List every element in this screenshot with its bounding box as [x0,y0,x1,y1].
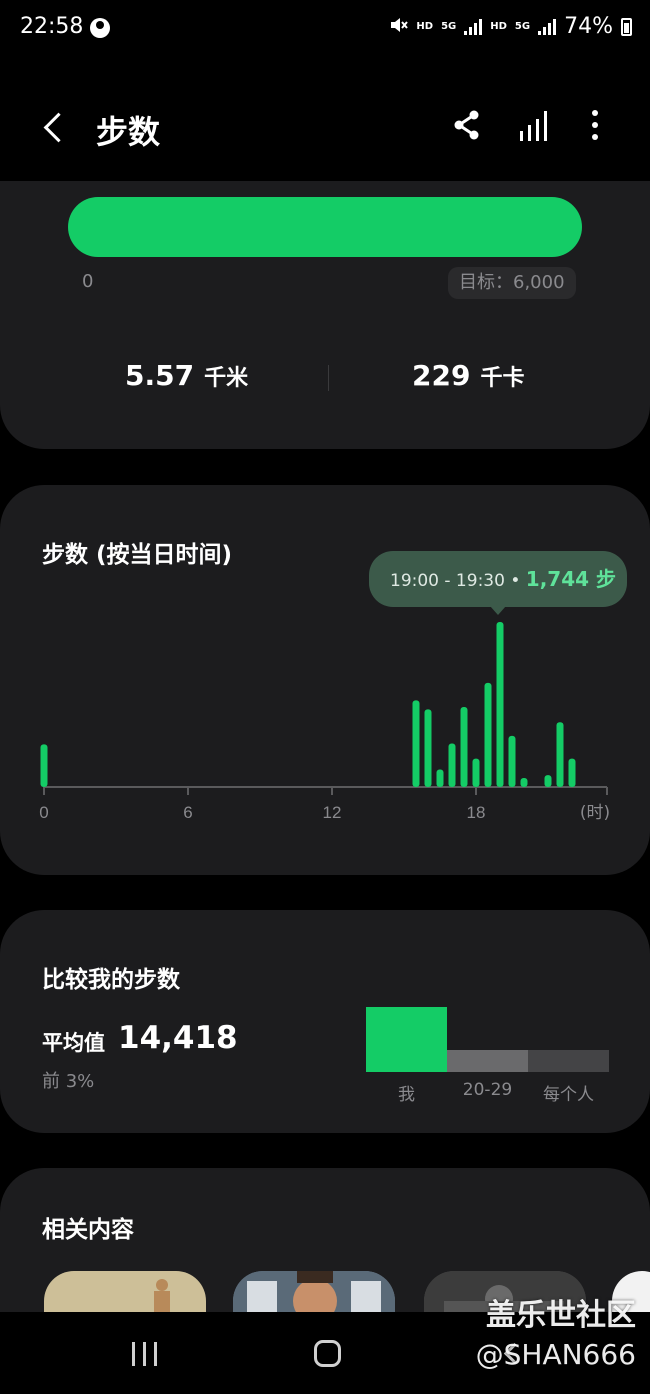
watermark-handle: @SHAN666 [475,1338,636,1371]
x-unit-label: (时) [580,803,610,823]
network-label-2: 5G [514,21,531,32]
calories-stat: 229 千卡 [412,359,524,392]
progress-start-label: 0 [82,271,94,292]
status-icons: HD 5G HD 5G 74% [388,14,632,39]
signal-icon-1 [464,18,483,35]
watermark-title: 盖乐世社区 [486,1298,636,1333]
x-tick-label-0: 0 [39,803,48,822]
x-tick-label-3: 18 [467,803,486,822]
x-tick-label-2: 12 [323,803,342,822]
summary-card: 0 目标：6,000 5.57 千米 229 千卡 [0,181,650,449]
related-title: 相关内容 [42,1217,134,1243]
chart-bar-0 [40,744,48,787]
compare-label-everyone: 每个人 [543,1085,594,1105]
chart-bar-9 [508,735,516,787]
chart-bar-13 [568,758,576,787]
profile-status-icon [90,18,110,38]
hourly-steps-card[interactable]: 0 6 12 18 (时) 步数 (按当日时间) 19:00 - 19:30 • 1,7… [0,485,650,875]
page-title: 步数 [96,113,161,151]
app-bar: 步数 [0,95,650,161]
signal-icon-2 [538,18,557,35]
compare-label-age-group: 20-29 [462,1080,513,1100]
chart-bar-6 [472,758,480,787]
status-time: 22:58 [20,14,84,39]
hd-label-2: HD [490,21,507,32]
compare-label-me: 我 [398,1085,415,1105]
hd-label-1: HD [416,21,434,32]
tooltip-range: 19:00 - 19:30 [390,571,505,591]
distance-stat: 5.57 千米 [125,359,248,392]
x-tick-label-1: 6 [183,803,192,822]
chart-bar-3 [436,769,444,787]
chart-bar-10 [520,778,528,787]
chart-bar-12 [556,722,564,787]
average-value: 14,418 [118,1020,238,1056]
hourly-card-title: 步数 (按当日时间) [42,542,233,568]
recent-apps-button[interactable] [132,1342,160,1366]
back-button[interactable] [36,105,72,149]
chart-bar-5 [460,707,468,787]
status-bar: 22:58 HD 5G HD 5G 74% [0,0,650,60]
mute-icon [388,15,409,38]
chart-bar-4 [448,743,456,787]
compare-bar-everyone [528,1050,609,1072]
chart-bar-11 [544,775,552,787]
share-icon[interactable] [450,107,484,143]
tooltip-value: 1,744 步 [525,567,617,591]
compare-bar-me [366,1007,447,1072]
chart-bar-7 [484,682,492,787]
average-label: 平均值 [42,1031,105,1055]
comparison-card[interactable]: 比较我的步数 平均值 14,418 前 3% 我 20-29 每个人 [0,910,650,1133]
chart-tooltip: 19:00 - 19:30 • 1,744 步 [369,551,627,615]
battery-icon [621,17,632,36]
chart-bar-1 [412,700,420,787]
battery-percent: 74% [564,14,613,39]
rank-percentile: 前 3% [42,1071,95,1092]
compare-bar-age-group [447,1050,528,1072]
distance-value: 5.57 [125,359,195,392]
home-button[interactable] [314,1340,341,1367]
steps-progress-bar [68,197,582,257]
network-label-1: 5G [441,21,457,32]
goal-badge[interactable]: 目标：6,000 [448,267,576,299]
tooltip-separator: • [504,571,526,591]
chart-bar-8 [496,622,504,787]
stat-divider [328,365,329,391]
distance-unit: 千米 [204,366,249,391]
more-options-icon[interactable] [580,107,610,143]
calories-unit: 千卡 [480,366,525,391]
comparison-title: 比较我的步数 [42,967,180,993]
chart-bar-2 [424,709,432,787]
bar-chart-icon[interactable] [516,107,550,143]
calories-value: 229 [412,359,471,392]
